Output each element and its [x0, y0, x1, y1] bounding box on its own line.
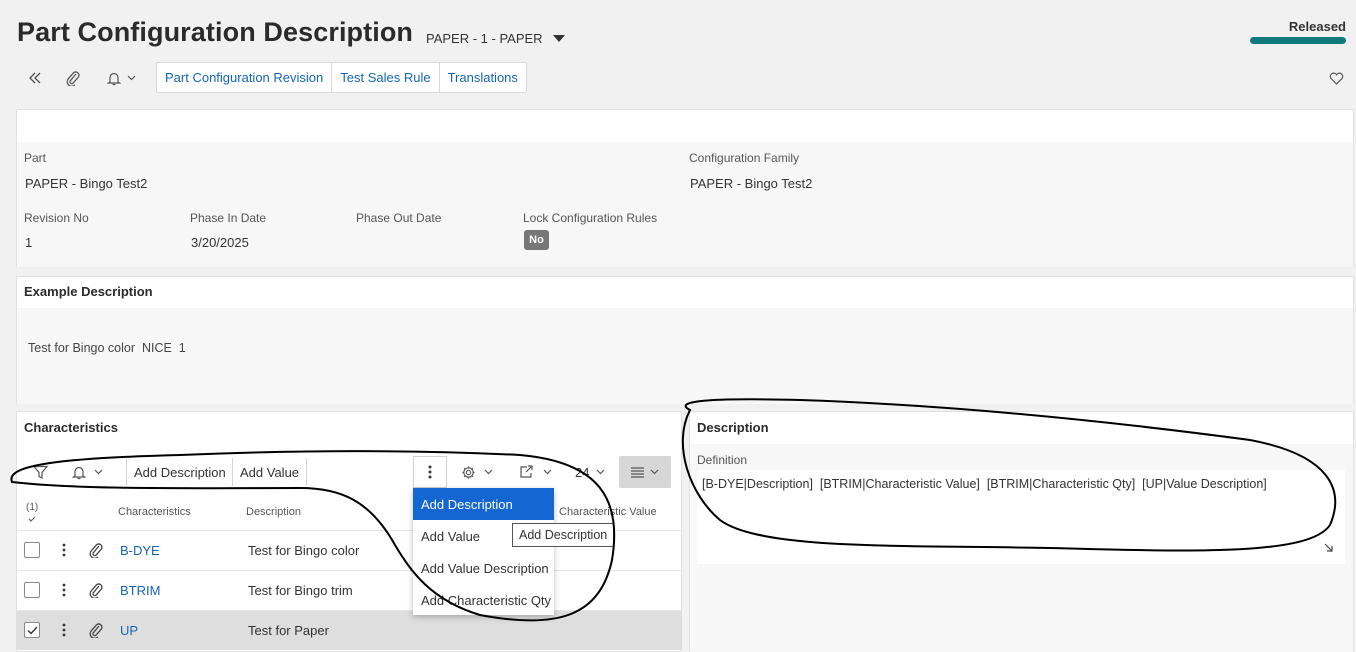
- command-group: Part Configuration Revision Test Sales R…: [156, 62, 527, 93]
- example-description-title: Example Description: [24, 284, 153, 299]
- translations-button[interactable]: Translations: [440, 63, 526, 92]
- table-row-selected[interactable]: [16, 610, 682, 650]
- chevron-down-icon: [127, 75, 135, 81]
- lock-configuration-rules-badge: No: [524, 230, 549, 250]
- checkmark-icon: [27, 626, 38, 635]
- vertical-ellipsis-icon: [428, 465, 432, 479]
- column-header-characteristic-value[interactable]: Characteristic Value: [559, 506, 657, 518]
- status-label: Released: [1288, 19, 1346, 34]
- row-paperclip-icon[interactable]: [89, 622, 103, 638]
- definition-value: [B-DYE|Description] [BTRIM|Characteristi…: [702, 477, 1267, 491]
- row-characteristic-link[interactable]: BTRIM: [120, 583, 160, 598]
- row-description: Test for Bingo trim: [248, 583, 353, 598]
- notifications-menu[interactable]: [101, 68, 141, 88]
- page-size-value: 24: [575, 464, 590, 480]
- more-commands-dropdown: Add Description Add Value Add Value Desc…: [413, 488, 554, 615]
- select-all-checkmark-icon[interactable]: [28, 516, 36, 522]
- menu-item-add-description[interactable]: Add Description: [413, 488, 554, 520]
- gear-icon: [462, 465, 475, 479]
- tooltip: Add Description: [512, 523, 615, 547]
- page-size-select[interactable]: 24: [575, 458, 605, 486]
- example-description-panel: [16, 276, 1354, 404]
- row-checkbox-checked[interactable]: [24, 622, 40, 638]
- list-density-menu[interactable]: [619, 456, 671, 488]
- row-notifications-menu[interactable]: [72, 458, 103, 486]
- row-characteristic-link[interactable]: B-DYE: [120, 543, 160, 558]
- row-checkbox[interactable]: [24, 542, 40, 558]
- paperclip-icon[interactable]: [64, 68, 82, 88]
- part-configuration-revision-button[interactable]: Part Configuration Revision: [157, 63, 333, 92]
- chevron-down-icon: [484, 469, 493, 475]
- list-icon: [631, 466, 644, 478]
- revision-no-label: Revision No: [24, 211, 89, 225]
- definition-label: Definition: [697, 453, 748, 467]
- row-description: Test for Bingo color: [248, 543, 360, 558]
- row-menu-icon[interactable]: [62, 623, 66, 637]
- bell-icon: [72, 466, 86, 479]
- row-checkbox[interactable]: [24, 582, 40, 598]
- menu-item-add-value-description[interactable]: Add Value Description: [413, 552, 554, 584]
- chevron-down-icon: [94, 469, 103, 475]
- resize-handle-icon[interactable]: [1324, 543, 1334, 553]
- add-value-button[interactable]: Add Value: [232, 458, 308, 486]
- column-header-characteristics[interactable]: Characteristics: [118, 506, 191, 518]
- share-icon: [520, 465, 533, 478]
- lock-configuration-rules-label: Lock Configuration Rules: [523, 211, 658, 225]
- phase-in-date-label: Phase In Date: [190, 211, 267, 225]
- phase-in-date-value: 3/20/2025: [191, 235, 249, 250]
- row-paperclip-icon[interactable]: [89, 542, 103, 558]
- chevron-down-icon: [543, 469, 552, 475]
- record-label: PAPER - 1 - PAPER: [426, 31, 543, 46]
- revision-no-value: 1: [25, 235, 33, 250]
- part-label: Part: [24, 151, 47, 165]
- status-progress-bar: [1250, 37, 1346, 44]
- row-menu-icon[interactable]: [62, 583, 66, 597]
- test-sales-rule-button[interactable]: Test Sales Rule: [332, 63, 440, 92]
- export-menu[interactable]: [519, 458, 552, 486]
- configuration-family-label: Configuration Family: [689, 151, 800, 165]
- double-chevron-left-icon[interactable]: [26, 68, 44, 88]
- row-paperclip-icon[interactable]: [89, 582, 103, 598]
- add-description-button[interactable]: Add Description: [126, 458, 233, 486]
- page-title: Part Configuration Description: [17, 17, 414, 47]
- heart-icon[interactable]: [1327, 68, 1345, 88]
- selected-count: (1): [26, 502, 39, 513]
- chevron-down-icon: [650, 469, 659, 475]
- settings-menu[interactable]: [461, 458, 493, 486]
- chevron-down-icon: [597, 469, 605, 475]
- filter-icon[interactable]: [33, 458, 48, 486]
- characteristics-title: Characteristics: [24, 420, 118, 435]
- record-selector[interactable]: PAPER - 1 - PAPER: [426, 31, 565, 46]
- menu-item-add-characteristic-qty[interactable]: Add Characteristic Qty: [413, 584, 554, 616]
- row-description: Test for Paper: [248, 623, 329, 638]
- column-header-description[interactable]: Description: [246, 506, 301, 518]
- row-characteristic-link[interactable]: UP: [120, 623, 138, 638]
- more-commands-button[interactable]: [413, 456, 447, 488]
- bell-icon: [106, 72, 121, 85]
- caret-down-icon: [552, 34, 565, 42]
- phase-out-date-label: Phase Out Date: [356, 211, 442, 225]
- part-link[interactable]: PAPER - Bingo Test2: [25, 176, 147, 191]
- configuration-family-link[interactable]: PAPER - Bingo Test2: [690, 176, 812, 191]
- description-title: Description: [697, 420, 769, 435]
- example-description-text: Test for Bingo color NICE 1: [28, 341, 186, 355]
- row-menu-icon[interactable]: [62, 543, 66, 557]
